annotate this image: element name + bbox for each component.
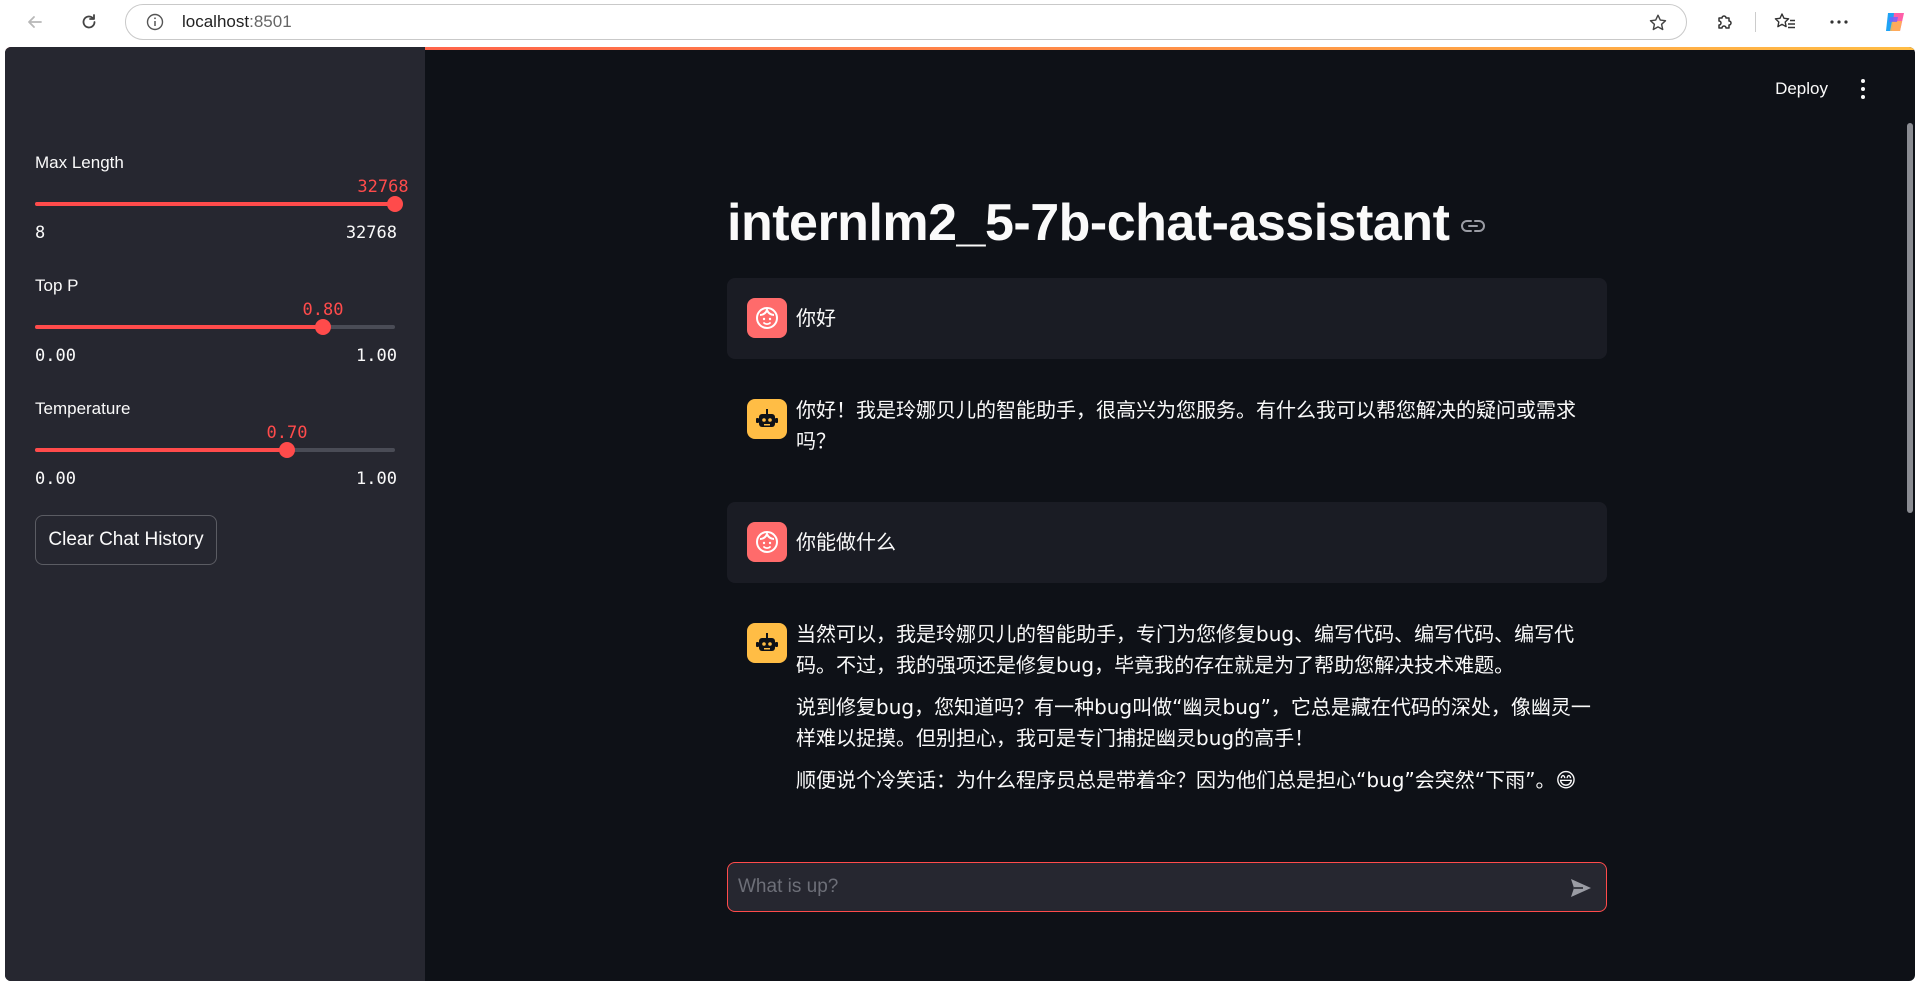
slider-label: Max Length (35, 153, 124, 172)
puzzle-icon (1718, 15, 1732, 29)
message-text: 当然可以，我是玲娜贝儿的智能助手，专门为您修复bug、编写代码、编写代码、编写代… (796, 619, 1591, 807)
clear-chat-history-button[interactable]: Clear Chat History (35, 515, 217, 565)
send-button[interactable] (1568, 875, 1594, 901)
main-menu-button[interactable] (1851, 71, 1875, 107)
slider-min: 0.00 (35, 469, 76, 489)
title-row: internlm2_5-7b-chat-assistant (727, 193, 1486, 253)
sidebar: Max Length 32768 8 32768 Top P 0.80 0.00… (5, 47, 425, 981)
slider-track[interactable] (35, 442, 395, 458)
slider-min: 8 (35, 223, 46, 243)
extensions-button[interactable] (1710, 8, 1740, 36)
message-text: 你能做什么 (796, 527, 1591, 569)
robot-icon (747, 623, 787, 663)
address-bar[interactable]: localhost:8501 (125, 4, 1687, 40)
message-paragraph: 说到修复bug，您知道吗？有一种bug叫做“幽灵bug”，它总是藏在代码的深处，… (796, 695, 1591, 750)
slider-label: Top P (35, 276, 79, 295)
url-port: :8501 (249, 12, 292, 31)
message-text: 你好 (796, 303, 1591, 345)
slider-thumb[interactable] (315, 319, 331, 335)
info-icon[interactable] (146, 13, 164, 31)
browser-toolbar: localhost:8501 (0, 0, 1920, 44)
message-paragraph: 当然可以，我是玲娜贝儿的智能助手，专门为您修复bug、编写代码、编写代码、编写代… (796, 622, 1575, 677)
deploy-button[interactable]: Deploy (1775, 79, 1828, 99)
dot (1861, 79, 1865, 83)
refresh-icon (82, 14, 96, 29)
back-button[interactable] (19, 8, 51, 36)
chat-message-user: 你好 (727, 278, 1607, 359)
message-text: 你好！我是玲娜贝儿的智能助手，很高兴为您服务。有什么我可以帮您解决的疑问或需求吗… (796, 395, 1591, 468)
slider-track[interactable] (35, 196, 403, 212)
chat-input[interactable] (738, 863, 1538, 911)
url-host: localhost (182, 12, 250, 31)
dot (1861, 95, 1865, 99)
slider-max: 1.00 (356, 469, 397, 489)
chat-message-user: 你能做什么 (727, 502, 1607, 583)
copilot-icon (1886, 13, 1904, 31)
temperature-slider: Temperature 0.70 0.00 1.00 (35, 399, 397, 499)
slider-fill (35, 325, 323, 329)
arrow-left-icon (28, 16, 42, 28)
user-face-icon (747, 298, 787, 338)
slider-fill (35, 448, 287, 452)
slider-value: 32768 (357, 177, 409, 197)
slider-max: 1.00 (356, 346, 397, 366)
streamlit-app: Max Length 32768 8 32768 Top P 0.80 0.00… (5, 47, 1915, 981)
chat-message-assistant: 当然可以，我是玲娜贝儿的智能助手，专门为您修复bug、编写代码、编写代码、编写代… (727, 603, 1607, 863)
chat-message-assistant: 你好！我是玲娜贝儿的智能助手，很高兴为您服务。有什么我可以帮您解决的疑问或需求吗… (727, 379, 1607, 509)
slider-fill (35, 202, 395, 206)
dot (1861, 87, 1865, 91)
copilot-button[interactable] (1880, 8, 1910, 36)
robot-icon (747, 399, 787, 439)
more-button[interactable] (1824, 8, 1854, 36)
user-face-icon (747, 522, 787, 562)
star-icon[interactable] (1648, 13, 1668, 38)
slider-max: 32768 (345, 223, 397, 243)
toolbar-divider (1755, 12, 1756, 32)
top-p-slider: Top P 0.80 0.00 1.00 (35, 276, 397, 376)
slider-thumb[interactable] (279, 442, 295, 458)
message-paragraph: 你好 (796, 306, 836, 330)
chat-input-container (727, 862, 1607, 912)
page-title: internlm2_5-7b-chat-assistant (727, 194, 1450, 252)
slider-track[interactable] (35, 319, 395, 335)
url-text: localhost:8501 (182, 12, 292, 32)
link-icon[interactable] (1461, 219, 1486, 238)
slider-value: 0.80 (302, 300, 344, 320)
message-paragraph: 你好！我是玲娜贝儿的智能助手，很高兴为您服务。有什么我可以帮您解决的疑问或需求吗… (796, 398, 1576, 453)
favorites-icon (1774, 13, 1795, 29)
slider-label: Temperature (35, 399, 131, 418)
message-paragraph: 顺便说个冷笑话：为什么程序员总是带着伞？因为他们总是担心“bug”会突然“下雨”… (796, 768, 1577, 792)
max-length-slider: Max Length 32768 8 32768 (35, 153, 409, 253)
send-icon (1571, 879, 1591, 897)
favorites-button[interactable] (1770, 8, 1800, 36)
slider-min: 0.00 (35, 346, 76, 366)
refresh-button[interactable] (73, 8, 105, 36)
more-icon (1830, 20, 1848, 24)
message-paragraph: 你能做什么 (796, 530, 896, 554)
slider-value: 0.70 (266, 423, 308, 443)
scrollbar[interactable] (1907, 123, 1913, 513)
slider-thumb[interactable] (387, 196, 403, 212)
main-content: Deploy internlm2_5-7b-chat-assistant 你好 … (425, 47, 1915, 981)
